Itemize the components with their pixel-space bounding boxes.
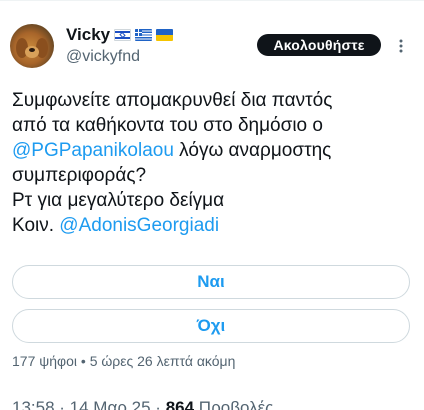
tweet-line: Κοιν. @AdonisGeorgiadi <box>12 213 417 238</box>
tweet-line: Συμφωνείτε απομακρυνθεί δια παντός <box>12 90 333 111</box>
divider <box>0 0 424 1</box>
tweet-line: από τα καθήκοντα του στο δημόσιο ο <box>12 115 323 136</box>
author-name-row[interactable]: Vicky <box>66 24 174 46</box>
tweet-card: Vicky @vickyfnd Ακολουθήστε Συμφωνείτε α… <box>0 0 424 410</box>
avatar[interactable] <box>10 24 54 68</box>
views-count: 864 <box>165 398 195 410</box>
poll-option-yes[interactable]: Ναι <box>12 265 410 299</box>
follow-button[interactable]: Ακολουθήστε <box>257 34 381 56</box>
poll-meta: 177 ψήφοι • 5 ώρες 26 λεπτά ακόμη <box>12 352 235 370</box>
poll-votes: 177 ψήφοι <box>12 353 77 369</box>
mention-link[interactable]: @AdonisGeorgiadi <box>59 215 219 236</box>
views-label: Προβολές <box>194 398 274 410</box>
flag-ukraine-icon <box>156 29 174 41</box>
tweet-line: @PGPapanikolaou λόγω αναρμοστης <box>12 138 417 163</box>
flag-israel-icon <box>114 29 132 41</box>
tweet-line: Ρτ για μεγαλύτερο δείγμα <box>12 190 225 211</box>
author-handle[interactable]: @vickyfnd <box>66 47 140 67</box>
tweet-timestamp-row: 13:58 · 14 Μαρ 25 · 864 Προβολές <box>12 398 273 410</box>
more-options-icon[interactable] <box>396 38 406 54</box>
tweet-text: Συμφωνείτε απομακρυνθεί δια παντός από τ… <box>12 88 417 238</box>
tweet-line-prefix: Κοιν. <box>12 215 60 236</box>
poll-separator: • <box>77 353 90 369</box>
avatar-nose <box>29 48 35 52</box>
tweet-line-rest: λόγω αναρμοστης <box>173 140 332 161</box>
mention-link[interactable]: @PGPapanikolaou <box>12 140 174 161</box>
poll-time-left: 5 ώρες 26 λεπτά ακόμη <box>89 353 236 369</box>
tweet-timestamp[interactable]: 13:58 · 14 Μαρ 25 · <box>12 398 166 410</box>
poll-option-no[interactable]: Όχι <box>12 309 410 343</box>
flag-greece-icon <box>135 29 153 41</box>
tweet-line: συμπεριφοράς? <box>12 165 147 186</box>
author-display-name[interactable]: Vicky <box>66 24 110 46</box>
